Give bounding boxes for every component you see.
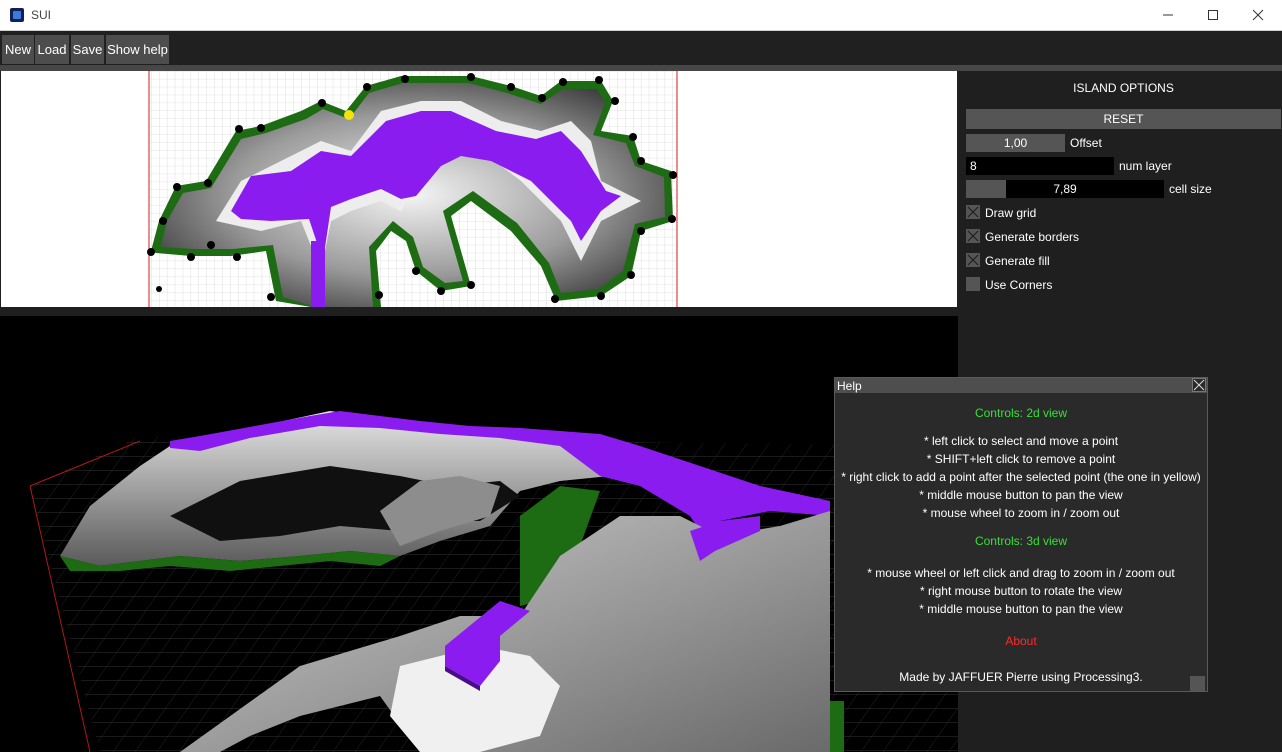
cell-size-slider[interactable]: 7,89 [966, 180, 1164, 198]
show-help-button[interactable]: Show help [106, 35, 169, 64]
controls-3d-heading: Controls: 3d view [974, 534, 1068, 548]
about-heading: About [1005, 634, 1037, 648]
use-corners-label: Use Corners [985, 278, 1053, 292]
help-3d-line: * middle mouse button to pan the view [919, 602, 1123, 616]
cell-size-value: 7,89 [1053, 182, 1077, 196]
panel-title: ISLAND OPTIONS [1073, 81, 1174, 95]
save-button[interactable]: Save [71, 35, 104, 64]
check-icon [967, 230, 979, 242]
check-icon [967, 254, 979, 266]
app-icon [10, 8, 24, 22]
selected-point [344, 110, 354, 120]
help-3d-line: * mouse wheel or left click and drag to … [867, 566, 1175, 580]
help-2d-line: * middle mouse button to pan the view [919, 488, 1123, 502]
help-2d-line: * left click to select and move a point [923, 434, 1119, 448]
num-layer-label: num layer [1119, 159, 1172, 173]
draw-grid-label: Draw grid [985, 206, 1037, 220]
offset-input[interactable]: 1,00 [966, 134, 1065, 152]
cell-size-label: cell size [1169, 182, 1212, 196]
help-title-bar[interactable]: Help [835, 378, 1207, 393]
island-2d-canvas [147, 71, 678, 307]
view-3d[interactable] [0, 316, 958, 752]
title-bar: SUI [0, 0, 1282, 31]
about-text: Made by JAFFUER Pierre using Processing3… [899, 670, 1143, 684]
view-splitter[interactable] [0, 307, 958, 316]
menu-bar [0, 31, 1282, 65]
draw-grid-checkbox[interactable] [966, 205, 980, 219]
help-close-icon[interactable] [1192, 378, 1206, 392]
close-button[interactable] [1235, 0, 1281, 30]
generate-borders-checkbox[interactable] [966, 229, 980, 243]
view-2d[interactable] [1, 71, 957, 307]
use-corners-checkbox[interactable] [966, 277, 980, 291]
check-icon [967, 206, 979, 218]
close-icon [1252, 9, 1264, 21]
help-window: Help Controls: 2d view * left click to s… [834, 377, 1208, 692]
help-2d-line: * right click to add a point after the s… [841, 470, 1201, 484]
generate-fill-checkbox[interactable] [966, 253, 980, 267]
window-title: SUI [31, 8, 52, 22]
island-3d-canvas [29, 411, 958, 752]
reset-button[interactable]: RESET [966, 109, 1281, 129]
help-resize-handle[interactable] [1190, 676, 1205, 691]
new-button[interactable]: New [2, 35, 34, 64]
controls-2d-heading: Controls: 2d view [974, 406, 1068, 420]
help-title: Help [837, 379, 862, 393]
minimize-button[interactable] [1145, 0, 1191, 30]
maximize-button[interactable] [1190, 0, 1236, 30]
help-2d-line: * mouse wheel to zoom in / zoom out [922, 506, 1120, 520]
help-3d-line: * right mouse button to rotate the view [919, 584, 1123, 598]
generate-fill-label: Generate fill [985, 254, 1050, 268]
offset-label: Offset [1070, 136, 1102, 150]
help-2d-line: * SHIFT+left click to remove a point [926, 452, 1116, 466]
load-button[interactable]: Load [35, 35, 69, 64]
generate-borders-label: Generate borders [985, 230, 1080, 244]
num-layer-input[interactable]: 8 [966, 157, 1114, 175]
